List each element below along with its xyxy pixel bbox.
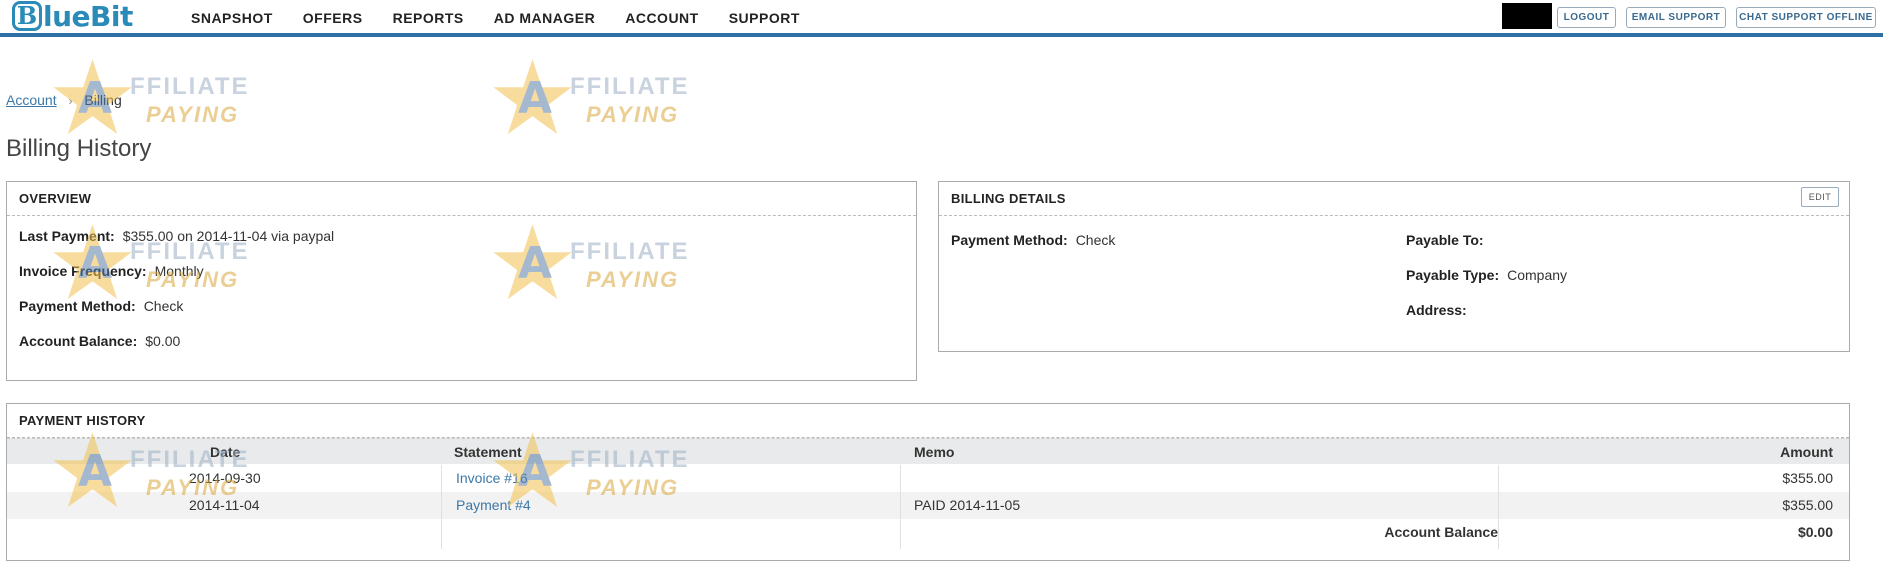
watermark-line1: FFILIATE [570,73,690,100]
bluebit-logo[interactable]: B lueBit [12,0,133,33]
payment-history-title: PAYMENT HISTORY [7,404,1849,438]
logo-text: lueBit [43,0,133,33]
last-payment-value: $355.00 on 2014-11-04 via paypal [122,228,335,244]
bd-payment-method-value: Check [1075,232,1116,248]
edit-billing-button[interactable]: EDIT [1801,187,1839,207]
nav-reports[interactable]: REPORTS [393,10,464,26]
row-amount: $355.00 [1782,497,1833,513]
table-row: 2014-11-04 Payment #4 PAID 2014-11-05 $3… [7,492,1849,519]
payment-method-field: Payment Method: Check [19,298,183,314]
last-payment-field: Last Payment: $355.00 on 2014-11-04 via p… [19,228,334,244]
watermark-line1: FFILIATE [130,73,250,100]
nav-offers[interactable]: OFFERS [303,10,363,26]
main-nav: SNAPSHOT OFFERS REPORTS AD MANAGER ACCOU… [191,10,830,26]
top-bar: B lueBit SNAPSHOT OFFERS REPORTS AD MANA… [0,0,1883,37]
row-amount: $355.00 [1782,470,1833,486]
payment-history-panel: PAYMENT HISTORY Date Statement Memo Amou… [6,403,1850,561]
breadcrumb-separator-icon: › [68,94,73,108]
payable-to-field: Payable To: [1406,232,1492,248]
redacted-user-block [1502,3,1552,29]
row-statement-link[interactable]: Payment #4 [456,497,531,513]
billing-details-title: BILLING DETAILS EDIT [939,182,1849,216]
account-balance-value: $0.00 [145,333,181,349]
invoice-frequency-label: Invoice Frequency: [19,263,147,279]
row-date: 2014-09-30 [189,470,261,486]
billing-details-panel: BILLING DETAILS EDIT Payment Method: Chec… [938,181,1850,352]
column-divider [441,465,442,549]
watermark-line2: PAYING [586,102,680,127]
account-balance-label: Account Balance: [19,333,138,349]
star-icon [493,59,572,135]
watermark-line2: PAYING [146,102,240,127]
chat-support-button[interactable]: CHAT SUPPORT OFFLINE [1736,7,1876,28]
col-date-header[interactable]: Date [210,444,240,460]
payment-method-label: Payment Method: [19,298,136,314]
row-memo: PAID 2014-11-05 [914,497,1021,513]
last-payment-label: Last Payment: [19,228,115,244]
payable-type-label: Payable Type: [1406,267,1500,283]
payable-type-field: Payable Type: Company [1406,267,1567,283]
bd-payment-method-label: Payment Method: [951,232,1068,248]
breadcrumb-account-link[interactable]: Account [6,92,57,108]
billing-details-title-text: BILLING DETAILS [951,191,1066,206]
col-amount-header[interactable]: Amount [1780,444,1833,460]
page-title: Billing History [6,135,152,162]
logout-button[interactable]: LOGOUT [1557,7,1616,28]
table-footer-row: Account Balance $0.00 [7,519,1849,546]
breadcrumb: Account › Billing [6,92,122,108]
address-label: Address: [1406,302,1467,318]
overview-panel: OVERVIEW Last Payment: $355.00 on 2014-11… [6,181,917,381]
logo-mark: B [12,1,42,31]
footer-account-balance-value: $0.00 [1797,524,1833,540]
bd-payment-method-field: Payment Method: Check [951,232,1115,248]
col-memo-header[interactable]: Memo [914,444,954,460]
affiliate-paying-watermark: A FFILIATE PAYING [490,55,720,145]
watermark-letter: A [518,73,553,124]
nav-support[interactable]: SUPPORT [729,10,800,26]
nav-ad-manager[interactable]: AD MANAGER [494,10,595,26]
row-date: 2014-11-04 [189,497,260,513]
table-row: 2014-09-30 Invoice #16 $355.00 [7,465,1849,492]
payable-to-label: Payable To: [1406,232,1484,248]
col-statement-header[interactable]: Statement [454,444,522,460]
email-support-button[interactable]: EMAIL SUPPORT [1626,7,1726,28]
column-divider [900,465,901,549]
breadcrumb-current: Billing [84,92,122,108]
nav-snapshot[interactable]: SNAPSHOT [191,10,273,26]
address-field: Address: [1406,302,1475,318]
row-statement-link[interactable]: Invoice #16 [456,470,528,486]
nav-account[interactable]: ACCOUNT [625,10,699,26]
payment-method-value: Check [143,298,184,314]
column-divider [1498,465,1499,549]
footer-account-balance-label: Account Balance [1384,524,1498,540]
overview-title: OVERVIEW [7,182,916,216]
invoice-frequency-value: Monthly [154,263,204,279]
invoice-frequency-field: Invoice Frequency: Monthly [19,263,204,279]
table-header-row: Date Statement Memo Amount [7,438,1849,464]
account-balance-field: Account Balance: $0.00 [19,333,180,349]
payable-type-value: Company [1507,267,1568,283]
